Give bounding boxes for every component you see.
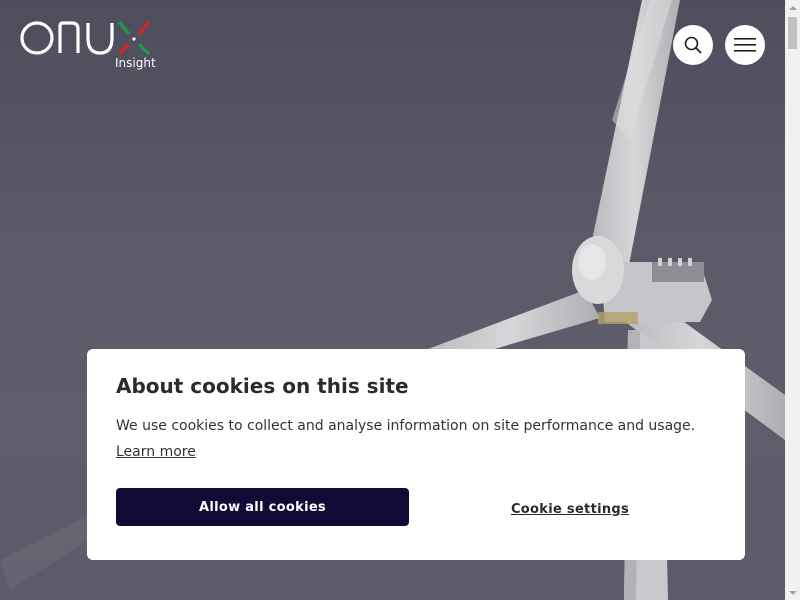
search-icon <box>684 36 702 54</box>
scroll-up-arrow-icon[interactable] <box>785 0 800 15</box>
cookie-settings-button[interactable]: Cookie settings <box>485 498 655 520</box>
cookie-dialog-title: About cookies on this site <box>116 374 409 398</box>
logo-subtitle: Insight <box>115 56 156 70</box>
vertical-scrollbar[interactable] <box>785 0 800 600</box>
menu-button[interactable] <box>725 25 765 65</box>
page: Insight About cookies on this site We us… <box>0 0 800 600</box>
scrollbar-thumb[interactable] <box>788 17 797 49</box>
allow-all-cookies-button[interactable]: Allow all cookies <box>116 488 409 526</box>
search-button[interactable] <box>673 25 713 65</box>
scroll-down-arrow-icon[interactable] <box>785 585 800 600</box>
cookie-dialog-body: We use cookies to collect and analyse in… <box>116 418 696 434</box>
cookie-consent-dialog: About cookies on this site We use cookie… <box>87 349 745 560</box>
onyx-insight-logo[interactable]: Insight <box>20 18 156 74</box>
learn-more-link[interactable]: Learn more <box>116 444 196 460</box>
hamburger-menu-icon <box>734 38 756 52</box>
